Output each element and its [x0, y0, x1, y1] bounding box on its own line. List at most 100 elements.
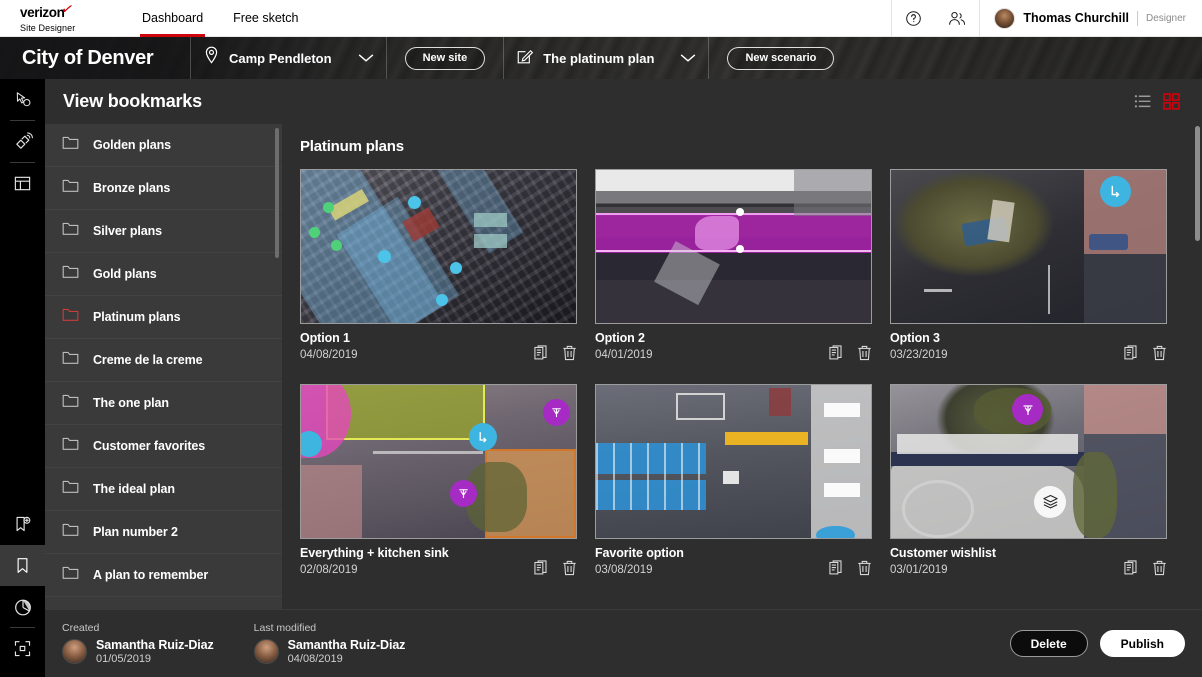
pie-chart-icon[interactable]	[0, 586, 45, 627]
card-thumbnail[interactable]	[890, 384, 1167, 539]
trash-icon[interactable]	[1152, 560, 1167, 576]
trash-icon[interactable]	[562, 345, 577, 361]
folder-icon	[62, 436, 79, 456]
page-title: City of Denver	[22, 46, 154, 69]
brand-logo-area[interactable]: verizon ✓ Site Designer	[0, 0, 110, 33]
copy-icon[interactable]	[1124, 560, 1139, 576]
trash-icon[interactable]	[857, 345, 872, 361]
copy-icon[interactable]	[534, 345, 549, 361]
bookmark-icon[interactable]	[0, 545, 45, 586]
nav-item-dashboard[interactable]: Dashboard	[140, 0, 206, 37]
nav-item-free-sketch[interactable]: Free sketch	[231, 0, 300, 37]
fullscreen-icon[interactable]	[0, 628, 45, 669]
avatar	[994, 7, 1016, 29]
bookmark-card: Favorite option 03/08/2019	[595, 384, 872, 578]
site-name: Camp Pendleton	[229, 50, 332, 66]
copy-icon[interactable]	[829, 560, 844, 576]
panel-title: View bookmarks	[63, 91, 202, 111]
chevron-down-icon[interactable]	[666, 53, 708, 63]
footer-actions: Delete Publish	[1009, 630, 1185, 657]
satellite-icon[interactable]	[0, 121, 45, 162]
plan-selector[interactable]: The platinum plan	[504, 37, 666, 79]
created-person: Samantha Ruiz-Diaz 01/05/2019	[62, 638, 214, 666]
grid-view-icon[interactable]	[1163, 93, 1180, 110]
copy-icon[interactable]	[829, 345, 844, 361]
folder-item-the-one-plan[interactable]: The one plan	[45, 382, 282, 425]
folder-scrollbar[interactable]	[275, 128, 279, 258]
cursor-select-icon[interactable]	[0, 79, 45, 120]
folder-label: Golden plans	[93, 138, 171, 152]
product-name: Site Designer	[20, 22, 76, 33]
chevron-down-icon[interactable]	[344, 53, 386, 63]
created-user-name: Samantha Ruiz-Diaz	[96, 637, 214, 652]
folder-item-customer-favorites[interactable]: Customer favorites	[45, 425, 282, 468]
site-selector[interactable]: Camp Pendleton	[191, 37, 344, 79]
card-thumbnail[interactable]	[595, 384, 872, 539]
folder-item-golden-plans[interactable]: Golden plans	[45, 124, 282, 167]
folder-item-bronze-plans[interactable]: Bronze plans	[45, 167, 282, 210]
copy-icon[interactable]	[1124, 345, 1139, 361]
folder-icon	[62, 479, 79, 499]
location-pin-icon	[203, 46, 220, 70]
layout-panel-icon[interactable]	[0, 163, 45, 204]
verizon-wordmark: verizon ✓	[20, 0, 75, 19]
folder-icon	[62, 264, 79, 284]
folder-label: A plan to remember	[93, 568, 209, 582]
card-actions	[534, 560, 577, 578]
list-view-icon[interactable]	[1134, 94, 1151, 109]
help-circle-icon[interactable]	[891, 0, 935, 37]
new-site-button-wrap: New site	[387, 46, 504, 70]
folder-icon	[62, 221, 79, 241]
folder-item-the-ideal-plan[interactable]: The ideal plan	[45, 468, 282, 511]
people-icon[interactable]	[935, 0, 979, 37]
new-scenario-button-wrap: New scenario	[709, 46, 852, 70]
main-scrollbar[interactable]	[1195, 126, 1200, 241]
folder-label: Customer favorites	[93, 439, 206, 453]
card-title: Customer wishlist	[890, 546, 996, 560]
user-menu[interactable]: Thomas Churchill Designer	[979, 0, 1202, 37]
app-root: verizon ✓ Site Designer Dashboard Free sk…	[0, 0, 1202, 677]
new-scenario-button[interactable]: New scenario	[727, 46, 835, 70]
primary-nav: Dashboard Free sketch	[140, 0, 300, 37]
card-meta: Option 3 03/23/2019	[890, 324, 1167, 363]
folder-label: Creme de la creme	[93, 353, 203, 367]
trash-icon[interactable]	[857, 560, 872, 576]
folder-item-gold-plans[interactable]: Gold plans	[45, 253, 282, 296]
folder-item-silver-plans[interactable]: Silver plans	[45, 210, 282, 253]
publish-button[interactable]: Publish	[1099, 630, 1185, 657]
folder-label: Plan number 2	[93, 525, 178, 539]
card-thumbnail[interactable]	[595, 169, 872, 324]
detail-footer: Created Samantha Ruiz-Diaz 01/05/2019 La…	[45, 609, 1202, 677]
trash-icon[interactable]	[1152, 345, 1167, 361]
delete-button[interactable]: Delete	[1009, 630, 1088, 657]
card-actions	[829, 345, 872, 363]
folder-item-plan-number-2[interactable]: Plan number 2	[45, 511, 282, 554]
card-thumbnail[interactable]	[300, 169, 577, 324]
bookmark-add-icon[interactable]	[0, 504, 45, 545]
folder-icon	[62, 565, 79, 585]
folder-label: Platinum plans	[93, 310, 181, 324]
verizon-checkmark-icon: ✓	[59, 0, 76, 19]
folder-item-creme-de-la-creme[interactable]: Creme de la creme	[45, 339, 282, 382]
folder-item-platinum-plans[interactable]: Platinum plans	[45, 296, 282, 339]
new-site-button[interactable]: New site	[404, 46, 486, 70]
bookmark-card-area: Platinum plans Option 1 04/08/2019 Option …	[282, 124, 1202, 647]
avatar	[62, 639, 87, 664]
card-title: Everything + kitchen sink	[300, 546, 449, 560]
created-date: 01/05/2019	[96, 652, 152, 665]
created-label: Created	[62, 621, 100, 634]
card-actions	[829, 560, 872, 578]
folder-scroll-area[interactable]: Golden plans Bronze plans Silver plans Gold…	[45, 124, 282, 647]
bookmark-card: Option 1 04/08/2019	[300, 169, 577, 363]
user-name: Thomas Churchill	[1023, 11, 1129, 25]
trash-icon[interactable]	[562, 560, 577, 576]
copy-icon[interactable]	[534, 560, 549, 576]
folder-item-a-plan-to-remember[interactable]: A plan to remember	[45, 554, 282, 597]
modified-person: Samantha Ruiz-Diaz 04/08/2019	[253, 638, 405, 666]
card-thumbnail[interactable]	[300, 384, 577, 539]
folder-label: Silver plans	[93, 224, 162, 238]
folder-label: Bronze plans	[93, 181, 171, 195]
view-mode-toggle	[1134, 93, 1192, 110]
card-thumbnail[interactable]	[890, 169, 1167, 324]
card-title: Favorite option	[595, 546, 684, 560]
